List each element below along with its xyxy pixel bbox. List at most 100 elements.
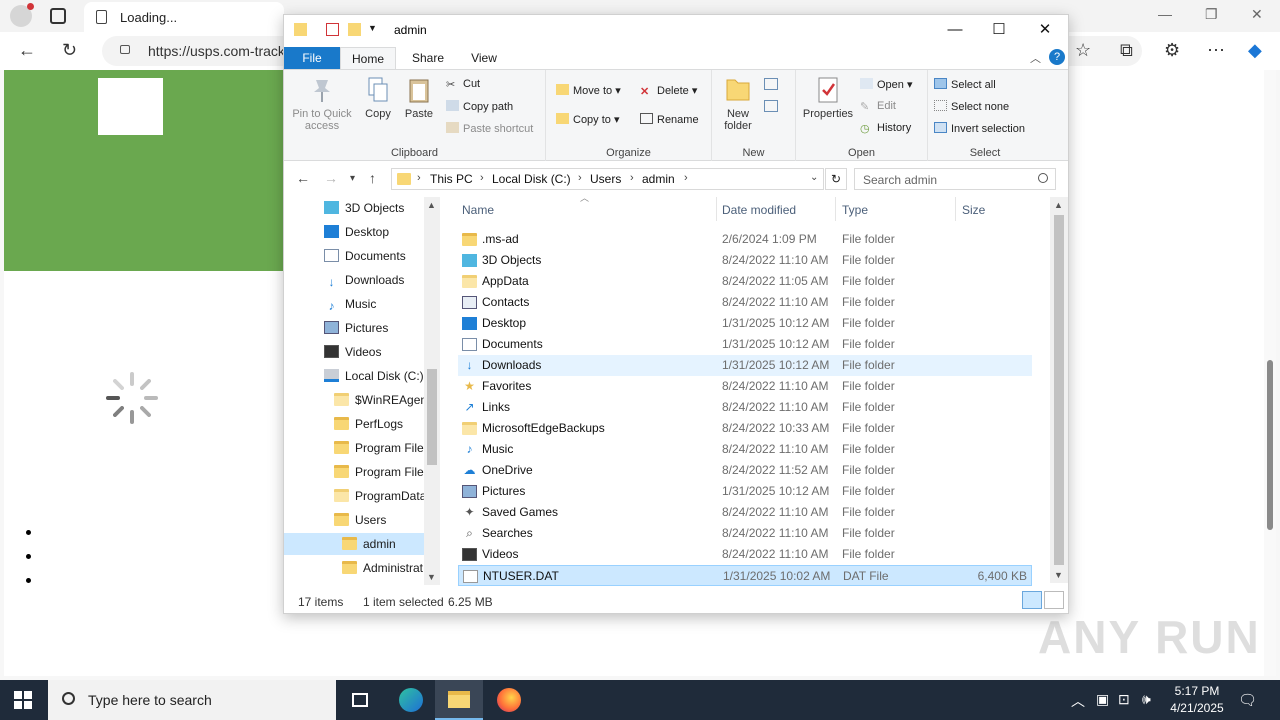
- task-view-button[interactable]: [336, 680, 384, 720]
- open-button[interactable]: Open ▾: [860, 78, 913, 91]
- more-icon[interactable]: ⋯: [1207, 41, 1225, 59]
- explorer-taskbar-button[interactable]: [435, 680, 483, 720]
- chevron-right-icon[interactable]: ›: [630, 172, 634, 184]
- tab-share[interactable]: Share: [400, 47, 456, 69]
- breadcrumb-this-pc[interactable]: This PC: [430, 172, 473, 186]
- search-box[interactable]: Search admin: [854, 168, 1056, 190]
- breadcrumb-users[interactable]: Users: [590, 172, 621, 186]
- select-none-button[interactable]: Select none: [934, 100, 1009, 113]
- recent-locations-icon[interactable]: ▾: [350, 173, 355, 184]
- file-row-documents[interactable]: Documents 1/31/2025 10:12 AM File folder: [458, 334, 1032, 355]
- copy-to-button[interactable]: Copy to ▾: [556, 113, 620, 126]
- scroll-up-icon[interactable]: ▲: [1054, 200, 1063, 210]
- scroll-up-icon[interactable]: ▲: [427, 200, 436, 210]
- column-name[interactable]: Name: [462, 203, 494, 217]
- edge-taskbar-button[interactable]: [386, 680, 434, 720]
- nav-item-programdata[interactable]: ProgramData: [334, 485, 426, 507]
- chevron-down-icon[interactable]: ⌄: [810, 172, 818, 183]
- nav-item-program-files[interactable]: Program Files: [334, 437, 430, 459]
- refresh-button[interactable]: ↻: [825, 168, 847, 190]
- address-bar[interactable]: › This PC › Local Disk (C:) › Users › ad…: [391, 168, 824, 190]
- nav-item-3d-objects[interactable]: 3D Objects: [324, 197, 404, 219]
- minimize-button[interactable]: —: [932, 19, 978, 41]
- chevron-right-icon[interactable]: ›: [417, 172, 421, 184]
- network-icon[interactable]: ⊡: [1118, 691, 1130, 708]
- file-list-scrollbar[interactable]: ▲ ▼: [1050, 197, 1068, 583]
- chevron-right-icon[interactable]: ›: [578, 172, 582, 184]
- page-scrollbar[interactable]: [1264, 70, 1276, 676]
- maximize-button[interactable]: ☐: [976, 19, 1022, 41]
- file-row-saved-games[interactable]: ✦ Saved Games 8/24/2022 11:10 AM File folde…: [458, 502, 1032, 523]
- breadcrumb-admin[interactable]: admin: [642, 172, 675, 186]
- nav-item-desktop[interactable]: Desktop: [324, 221, 389, 243]
- column-type[interactable]: Type: [842, 203, 868, 217]
- breadcrumb-local-disk[interactable]: Local Disk (C:): [492, 172, 571, 186]
- file-row-videos[interactable]: Videos 8/24/2022 11:10 AM File folder: [458, 544, 1032, 565]
- nav-item-pictures[interactable]: Pictures: [324, 317, 388, 339]
- nav-item-winreagent[interactable]: $WinREAgent: [334, 389, 430, 411]
- browser-close-icon[interactable]: ✕: [1251, 6, 1263, 23]
- cut-button[interactable]: ✂ Cut: [446, 78, 480, 91]
- nav-item-perflogs[interactable]: PerfLogs: [334, 413, 403, 435]
- help-icon[interactable]: ?: [1049, 49, 1065, 65]
- nav-item-local-disk[interactable]: Local Disk (C:): [324, 365, 424, 387]
- easy-access-icon[interactable]: [764, 100, 778, 112]
- browser-restore-icon[interactable]: ❐: [1205, 6, 1218, 23]
- notifications-icon[interactable]: 🗨: [1238, 691, 1257, 709]
- tab-view[interactable]: View: [456, 47, 512, 69]
- pin-quick-access-button[interactable]: Pin to Quick access: [290, 76, 354, 132]
- file-row-links[interactable]: ↗ Links 8/24/2022 11:10 AM File folder: [458, 397, 1032, 418]
- scroll-down-icon[interactable]: ▼: [1054, 570, 1063, 580]
- paste-shortcut-button[interactable]: Paste shortcut: [446, 122, 533, 135]
- history-button[interactable]: ◷ History: [860, 122, 911, 135]
- file-row-microsoftedgebackups[interactable]: MicrosoftEdgeBackups 8/24/2022 10:33 AM Fi…: [458, 418, 1032, 439]
- browser-tab[interactable]: Loading...: [84, 2, 284, 32]
- nav-item-documents[interactable]: Documents: [324, 245, 406, 267]
- file-row-appdata[interactable]: AppData 8/24/2022 11:05 AM File folder: [458, 271, 1032, 292]
- file-row-desktop[interactable]: Desktop 1/31/2025 10:12 AM File folder: [458, 313, 1032, 334]
- collections-icon[interactable]: ⧉: [1120, 41, 1133, 59]
- column-size[interactable]: Size: [962, 203, 985, 217]
- back-icon[interactable]: ←: [18, 41, 36, 59]
- navigation-pane-scrollbar[interactable]: ▲ ▼: [424, 197, 440, 585]
- taskbar-search[interactable]: Type here to search: [48, 680, 336, 720]
- forward-icon[interactable]: →: [324, 170, 338, 186]
- move-to-button[interactable]: Move to ▾: [556, 84, 621, 97]
- show-hidden-icons-icon[interactable]: ︿: [1071, 691, 1085, 711]
- properties-button[interactable]: Properties: [800, 76, 856, 120]
- copy-button[interactable]: Copy: [360, 76, 396, 120]
- new-item-icon[interactable]: [764, 78, 778, 90]
- paste-button[interactable]: Paste: [402, 76, 436, 120]
- file-row-contacts[interactable]: Contacts 8/24/2022 11:10 AM File folder: [458, 292, 1032, 313]
- file-row-downloads[interactable]: ↓ Downloads 1/31/2025 10:12 AM File folder: [458, 355, 1032, 376]
- large-icons-view-button[interactable]: [1044, 591, 1064, 609]
- profile-avatar[interactable]: [10, 3, 34, 27]
- file-row-pictures[interactable]: Pictures 1/31/2025 10:12 AM File folder: [458, 481, 1032, 502]
- file-row-favorites[interactable]: ★ Favorites 8/24/2022 11:10 AM File folder: [458, 376, 1032, 397]
- favorite-icon[interactable]: ☆: [1075, 41, 1091, 59]
- details-view-button[interactable]: [1022, 591, 1042, 609]
- clock[interactable]: 5:17 PM 4/21/2025: [1162, 683, 1232, 717]
- nav-item-administrator[interactable]: Administrat: [342, 557, 423, 577]
- copy-path-button[interactable]: Copy path: [446, 100, 513, 113]
- file-row-searches[interactable]: ⌕ Searches 8/24/2022 11:10 AM File folder: [458, 523, 1032, 544]
- nav-item-users[interactable]: Users: [334, 509, 386, 531]
- new-folder-button[interactable]: New folder: [716, 76, 760, 132]
- edit-button[interactable]: ✎ Edit: [860, 100, 896, 113]
- properties-qa-icon[interactable]: [326, 23, 339, 36]
- new-folder-qa-icon[interactable]: [348, 23, 361, 36]
- nav-item-videos[interactable]: Videos: [324, 341, 381, 363]
- start-button[interactable]: [14, 691, 32, 709]
- up-icon[interactable]: ↑: [369, 170, 376, 186]
- collapse-ribbon-icon[interactable]: ︿: [1030, 50, 1041, 66]
- file-row-music[interactable]: ♪ Music 8/24/2022 11:10 AM File folder: [458, 439, 1032, 460]
- extensions-icon[interactable]: ⚙: [1164, 41, 1180, 59]
- nav-item-program-files-x86[interactable]: Program Files: [334, 461, 430, 483]
- tab-actions-icon[interactable]: [50, 8, 66, 24]
- close-button[interactable]: ✕: [1022, 19, 1068, 41]
- scroll-down-icon[interactable]: ▼: [427, 572, 436, 582]
- device-icon[interactable]: ▣: [1096, 691, 1109, 708]
- file-row-ntuser-dat[interactable]: NTUSER.DAT 1/31/2025 10:02 AM DAT File 6,40…: [458, 565, 1032, 586]
- column-date-modified[interactable]: Date modified: [722, 203, 796, 217]
- delete-button[interactable]: ✕ Delete ▾: [640, 84, 697, 98]
